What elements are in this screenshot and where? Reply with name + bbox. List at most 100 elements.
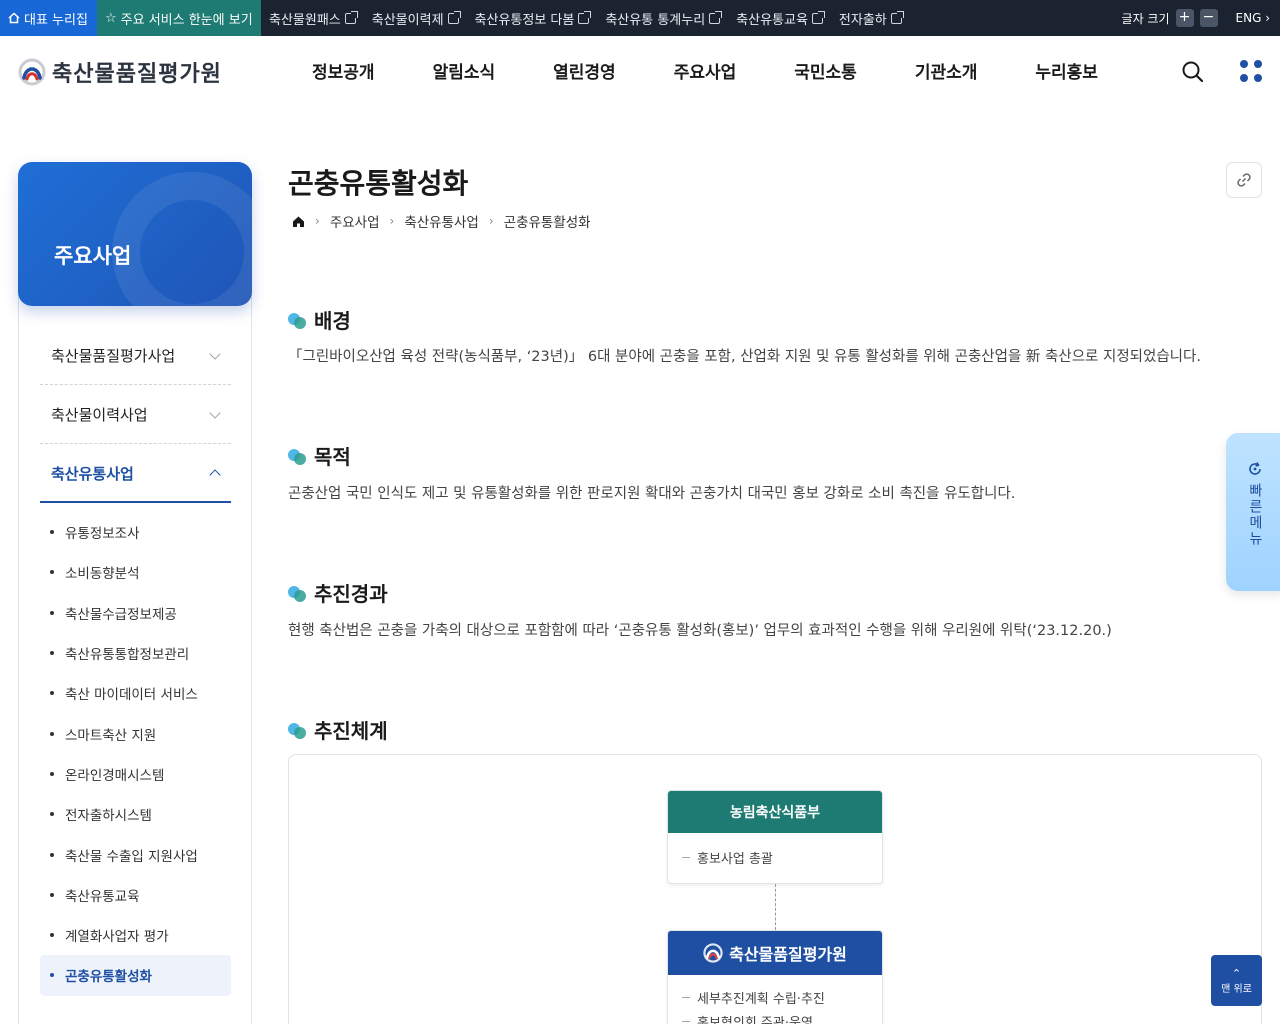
sidebar-item-traceability[interactable]: 축산물이력사업 [40,386,231,444]
nav-item-communication[interactable]: 국민소통 [794,58,857,83]
submenu-item[interactable]: 전자출하시스템 [40,794,231,834]
section-bullet-icon [288,311,306,329]
submenu-label: 축산유통교육 [65,888,140,905]
bullet-icon [50,892,54,897]
org-box-ministry: 농림축산식품부 홍보사업 총괄 [667,790,883,884]
home-icon[interactable] [292,215,305,228]
main-site-label: 대표 누리집 [24,12,88,28]
link-label: 축산물원패스 [269,12,341,28]
refresh-icon [1249,462,1261,475]
logo-icon [18,58,46,86]
menu-dot-icon [1254,60,1262,68]
quick-menu[interactable]: 빠른메뉴 [1226,433,1280,591]
submenu-item[interactable]: 축산유통교육 [40,875,231,915]
org-role: 세부추진계획 수립·추진 [668,985,882,1009]
menu-dot-icon [1254,74,1262,82]
logo-icon [703,943,723,963]
link-label: 전자출하 [838,12,887,28]
submenu-item[interactable]: 축산 마이데이터 서비스 [40,673,231,713]
sidebar-item-distribution[interactable]: 축산유통사업 [40,445,231,503]
chevron-down-icon [209,347,221,360]
submenu-item[interactable]: 유통정보조사 [40,512,231,552]
nav-item-management[interactable]: 열린경영 [553,58,616,83]
section-bullet-icon [288,447,306,465]
submenu-item[interactable]: 축산물 수출입 지원사업 [40,834,231,874]
chevron-down-icon [209,406,221,419]
org-box-header: 축산물품질평가원 [668,931,882,975]
section-title-text: 추진체계 [314,719,388,743]
org-role: 홍보사업 총괄 [668,845,882,869]
submenu-item[interactable]: 소비동향분석 [40,552,231,592]
search-icon[interactable] [1181,60,1205,84]
org-role-text: 홍보협의회 주관·운영 [697,1015,813,1024]
submenu-item[interactable]: 계열화사업자 평가 [40,915,231,955]
section-text-purpose: 곤충산업 국민 인식도 제고 및 유통활성화를 위한 판로지원 확대와 곤충가치… [288,486,1016,502]
key-services-button[interactable]: ☆ 주요 서비스 한눈에 보기 [97,0,261,36]
back-to-top-button[interactable]: ⌃ 맨 위로 [1211,955,1262,1006]
section-title-text: 배경 [314,309,351,333]
section-title-text: 목적 [314,445,351,469]
submenu-label: 소비동향분석 [65,566,140,583]
sidebar-item-quality-grading[interactable]: 축산물품질평가사업 [40,327,231,385]
sidebar-submenu: 유통정보조사 소비동향분석 축산물수급정보제공 축산유통통합정보관리 축산 마이… [40,512,231,996]
submenu-label: 축산물 수출입 지원사업 [65,848,198,865]
breadcrumb-item[interactable]: 축산유통사업 [404,211,479,231]
language-english-link[interactable]: ENG › [1236,11,1270,25]
bullet-icon [50,610,54,615]
site-logo[interactable]: 축산물품질평가원 [18,56,222,88]
quick-menu-label: 빠른메뉴 [1247,483,1263,547]
bullet-icon [50,570,54,575]
nav-item-pr[interactable]: 누리홍보 [1035,58,1098,83]
submenu-item[interactable]: 온라인경매시스템 [40,754,231,794]
org-box-header: 농림축산식품부 [668,791,882,833]
dash-icon [682,856,690,858]
topbar-link-shipping[interactable]: 전자출하 [838,9,904,28]
font-size-increase-button[interactable]: + [1175,9,1194,27]
submenu-label: 온라인경매시스템 [65,767,165,784]
topbar-link-traceability[interactable]: 축산물이력제 [372,9,461,28]
section-title-text: 추진경과 [314,582,388,606]
back-to-top-label: 맨 위로 [1221,983,1252,995]
topbar-link-onepass[interactable]: 축산물원패스 [269,9,358,28]
dash-icon [682,996,690,998]
section-title-system: 추진체계 [288,715,388,744]
site-header: 축산물품질평가원 정보공개 알림소식 열린경영 주요사업 국민소통 기관소개 누… [0,36,1280,108]
nav-item-info[interactable]: 정보공개 [312,58,375,83]
breadcrumb-item[interactable]: 주요사업 [330,211,380,231]
nav-item-business[interactable]: 주요사업 [674,58,737,83]
section-title-background: 배경 [288,305,351,334]
sidebar-header: 주요사업 [18,162,252,306]
nav-item-news[interactable]: 알림소식 [433,58,496,83]
sidebar-item-label: 축산물이력사업 [51,406,148,424]
link-label: 축산유통정보 다봄 [474,12,575,28]
submenu-item[interactable]: 축산물수급정보제공 [40,593,231,633]
share-button[interactable] [1226,162,1262,198]
submenu-item-current[interactable]: 곤충유통활성화 [40,955,231,996]
topbar-link-stats[interactable]: 축산유통 통계누리 [605,9,723,28]
font-size-decrease-button[interactable]: − [1199,9,1218,27]
org-role-text: 홍보사업 총괄 [697,851,773,867]
link-label: 축산유통교육 [736,12,808,28]
bullet-icon [50,731,54,736]
submenu-item[interactable]: 스마트축산 지원 [40,713,231,753]
topbar-link-dabom[interactable]: 축산유통정보 다봄 [474,9,592,28]
external-link-icon [344,10,358,24]
home-icon [8,12,20,24]
org-agency-name: 축산물품질평가원 [729,945,847,964]
section-text-background: 「그린바이오산업 육성 전략(농식품부, ‘23년)」 6대 분야에 곤충을 포… [288,349,1201,365]
submenu-item[interactable]: 축산유통통합정보관리 [40,633,231,673]
chevron-up-icon [209,469,221,481]
bullet-icon [50,771,54,776]
submenu-label: 축산물수급정보제공 [65,606,177,623]
menu-dot-icon [1240,60,1248,68]
org-role-text: 세부추진계획 수립·추진 [697,991,825,1007]
section-text-progress: 현행 축산법은 곤충을 가축의 대상으로 포함함에 따라 ‘곤충유통 활성화(홍… [288,623,1112,639]
org-box-agency: 축산물품질평가원 세부추진계획 수립·추진 홍보협의회 주관·운영 [667,930,883,1024]
nav-item-about[interactable]: 기관소개 [915,58,978,83]
all-menu-button[interactable] [1240,60,1262,82]
logo-text: 축산물품질평가원 [52,62,222,87]
breadcrumb-item[interactable]: 곤충유통활성화 [504,211,591,231]
menu-dot-icon [1240,74,1248,82]
topbar-link-education[interactable]: 축산유통교육 [736,9,825,28]
main-site-link[interactable]: 대표 누리집 [0,0,97,36]
